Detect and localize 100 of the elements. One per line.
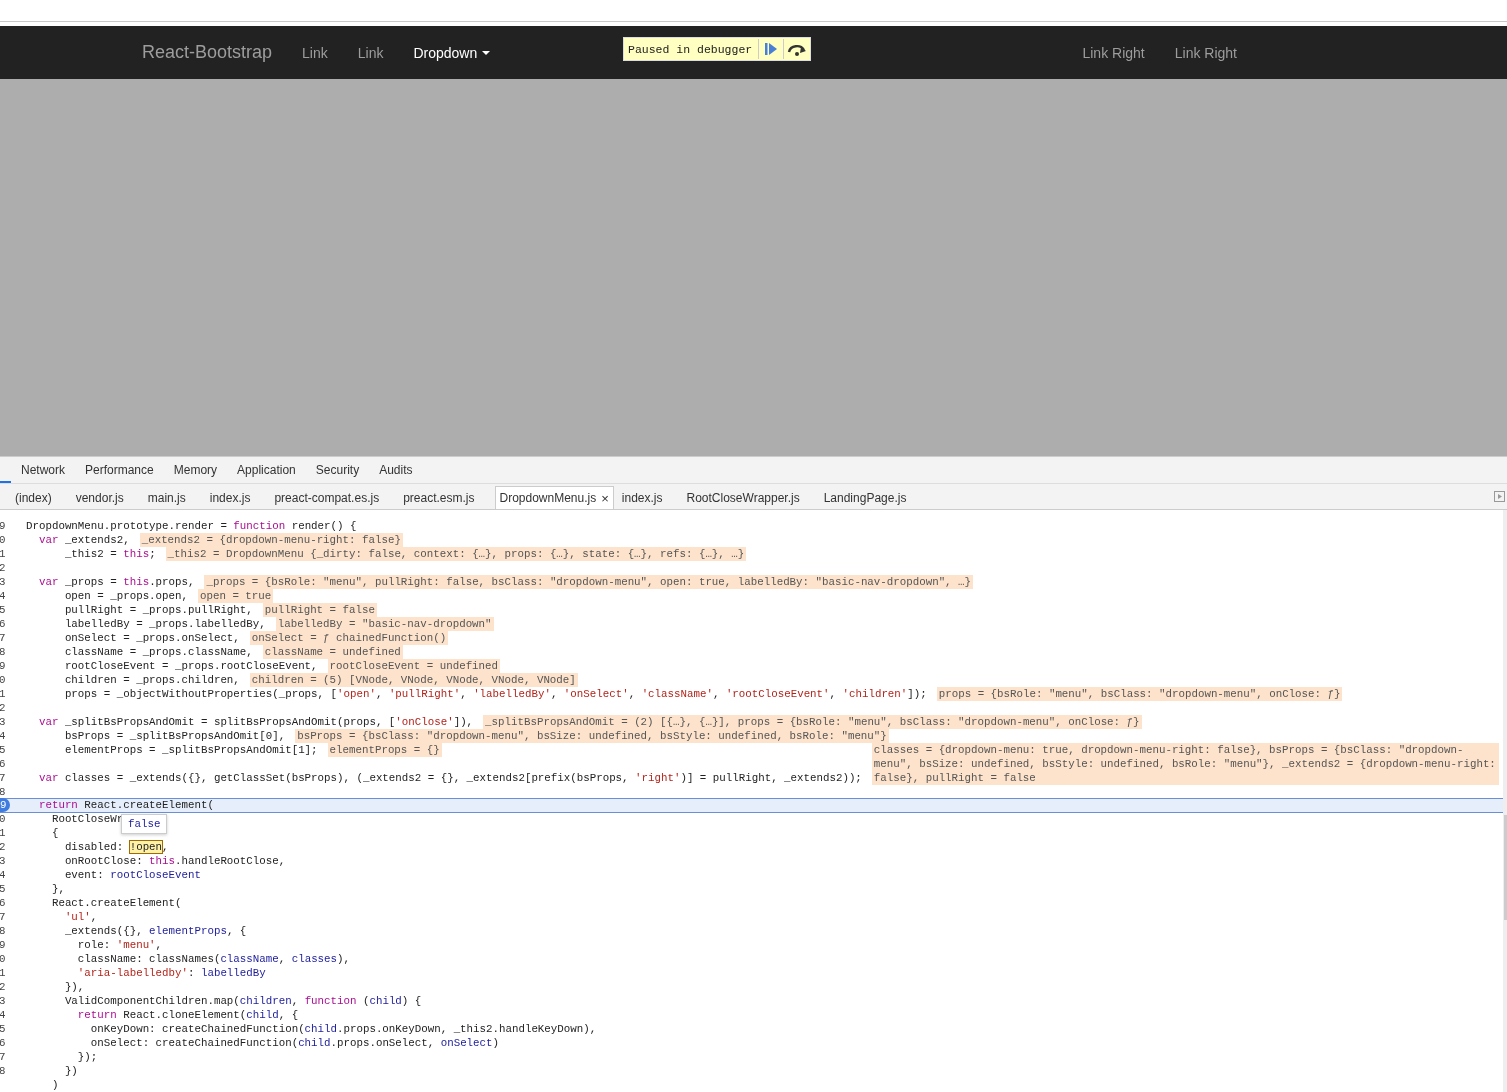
line-number: 3 <box>0 994 6 1008</box>
code-line: role: 'menu', <box>76 938 163 952</box>
navbar-brand[interactable]: React-Bootstrap <box>142 42 273 63</box>
panel-tab[interactable]: Audits <box>379 463 413 478</box>
line-number: 7 <box>0 910 6 924</box>
inline-value: labelledBy = "basic-nav-dropdown" <box>275 617 494 631</box>
code-line: onKeyDown: createChainedFunction(child.props.onKeyDown, _this2.handleKeyDown), <box>89 1022 597 1036</box>
close-icon[interactable]: × <box>601 490 609 506</box>
inline-value: className = undefined <box>262 645 403 659</box>
line-number: 8 <box>0 1064 6 1078</box>
nav-link[interactable]: Link <box>302 44 328 61</box>
code-line: RootCloseWr <box>50 812 124 826</box>
line-number: 6 <box>0 617 6 631</box>
inline-value: _this2 = DropdownMenu {_dirty: false, context: {…}, props: {…}, state: {…}, refs: {…}, …} <box>165 547 747 561</box>
code-line: }), <box>63 980 85 994</box>
line-number: 2 <box>0 701 6 715</box>
line-number: 2 <box>0 561 6 575</box>
line-number: 3 <box>0 854 6 868</box>
line-number: 0 <box>0 952 6 966</box>
panel-tab[interactable]: Network <box>21 463 65 478</box>
code-line: }) <box>63 1064 78 1078</box>
inline-value: classes = {dropdown-menu: true, dropdown-menu-right: false}, bsProps = {bsClass: "dropdown-menu", bsSize: undefined, bsStyle: undefined, bsRole: "menu"}, _extends2 = {dropdown-menu-right: false}, pullRight = false <box>871 743 1499 785</box>
selected-tab-underline <box>0 481 11 484</box>
inline-value: pullRight = false <box>262 603 377 617</box>
line-number: 0 <box>0 533 6 547</box>
code-line: React.createElement( <box>50 896 182 910</box>
code-line: }); <box>76 1050 98 1064</box>
value-popover: false <box>121 814 168 834</box>
code-line: onRootClose: this.handleRootClose, <box>63 854 286 868</box>
line-number: 4 <box>0 589 6 603</box>
file-tab[interactable]: DropdownMenu.js × <box>494 486 614 509</box>
file-tab[interactable]: index.js <box>205 487 255 509</box>
code-line: pullRight = _props.pullRight, <box>63 603 253 617</box>
code-line: children = _props.children, <box>63 673 240 687</box>
file-tab[interactable]: main.js <box>143 487 190 509</box>
line-number: 6 <box>0 757 6 771</box>
line-number: 5 <box>0 603 6 617</box>
file-tab[interactable]: LandingPage.js <box>819 487 911 509</box>
panel-toggle-icon[interactable] <box>1494 491 1505 503</box>
panel-tab[interactable]: Security <box>315 463 360 478</box>
inline-value: props = {bsRole: "menu", bsClass: "dropdown-menu", onClose: ƒ} <box>936 687 1343 701</box>
line-number: 5 <box>0 882 6 896</box>
file-tab[interactable]: RootCloseWrapper.js <box>682 487 804 509</box>
panel-tab[interactable]: Performance <box>85 463 154 478</box>
file-tab[interactable]: (index) <box>15 487 56 509</box>
code-line: 'ul', <box>63 910 98 924</box>
line-number: 8 <box>0 924 6 938</box>
panel-tab[interactable]: Application <box>237 463 296 478</box>
code-line: open = _props.open, <box>63 589 188 603</box>
code-line: var classes = _extends({}, getClassSet(bsProps), (_extends2 = {}, _extends2[prefix(bsProps, 'right')] = pullRight, _extends2)); <box>37 771 862 785</box>
line-number: 4 <box>0 729 6 743</box>
code-line: var _props = this.props, <box>37 575 195 589</box>
inline-value: _extends2 = {dropdown-menu-right: false} <box>139 533 403 547</box>
nav-link[interactable]: Link Right <box>1082 44 1145 61</box>
line-number: 2 <box>0 840 6 854</box>
code-line: var _splitBsPropsAndOmit = splitBsPropsAndOmit(props, ['onClose']), <box>37 715 474 729</box>
line-number: 1 <box>0 547 6 561</box>
line-number: 9 <box>0 519 6 533</box>
line-number: 1 <box>0 966 6 980</box>
code-line: bsProps = _splitBsPropsAndOmit[0], <box>63 729 286 743</box>
panel-tab[interactable]: Memory <box>173 463 218 478</box>
nav-link[interactable]: Link Right <box>1174 44 1237 61</box>
line-number: 1 <box>0 687 6 701</box>
line-number: 6 <box>0 1036 6 1050</box>
code-line: return React.cloneElement(child, { <box>76 1008 299 1022</box>
code-line: className = _props.className, <box>63 645 253 659</box>
line-number: 7 <box>0 1050 6 1064</box>
paused-text: Paused in debugger <box>627 42 754 56</box>
nav-link[interactable]: Dropdown <box>413 44 491 61</box>
line-number: 9 <box>0 938 6 952</box>
inline-value: rootCloseEvent = undefined <box>327 659 501 673</box>
line-number: 0 <box>0 673 6 687</box>
file-tab[interactable]: vendor.js <box>71 487 128 509</box>
line-number: 9 <box>0 659 6 673</box>
line-number: 5 <box>0 1022 6 1036</box>
code-line: _extends({}, elementProps, { <box>63 924 247 938</box>
file-tab[interactable]: preact.esm.js <box>399 487 479 509</box>
line-number: 8 <box>0 785 6 799</box>
code-line: onSelect = _props.onSelect, <box>63 631 240 645</box>
line-number: 7 <box>0 771 6 785</box>
line-number: 4 <box>0 1008 6 1022</box>
code-line: _this2 = this; <box>63 547 156 561</box>
code-line: }, <box>50 882 65 896</box>
file-tab[interactable]: preact-compat.es.js <box>270 487 384 509</box>
line-number: 1 <box>0 826 6 840</box>
inline-value: elementProps = {} <box>327 743 442 757</box>
inline-value: children = (5) [VNode, VNode, VNode, VNode, VNode] <box>249 673 578 687</box>
inline-value: onSelect = ƒ chainedFunction() <box>249 631 449 645</box>
code-line: rootCloseEvent = _props.rootCloseEvent, <box>63 659 318 673</box>
code-line: ValidComponentChildren.map(children, function (child) { <box>63 994 422 1008</box>
code-line: return React.createElement( <box>37 798 214 812</box>
code-line: DropdownMenu.prototype.render = function render() { <box>26 519 357 533</box>
line-number: 6 <box>0 896 6 910</box>
code-line: event: rootCloseEvent <box>63 868 201 882</box>
nav-link[interactable]: Link <box>357 44 384 61</box>
line-number: 3 <box>0 715 6 729</box>
code-line: onSelect: createChainedFunction(child.props.onSelect, onSelect) <box>89 1036 500 1050</box>
file-tab[interactable]: index.js <box>617 487 667 509</box>
line-number: 0 <box>0 812 6 826</box>
code-line: props = _objectWithoutProperties(_props, ['open', 'pullRight', 'labelledBy', 'onSelect', 'className', 'rootCloseEvent', 'children']); <box>63 687 927 701</box>
